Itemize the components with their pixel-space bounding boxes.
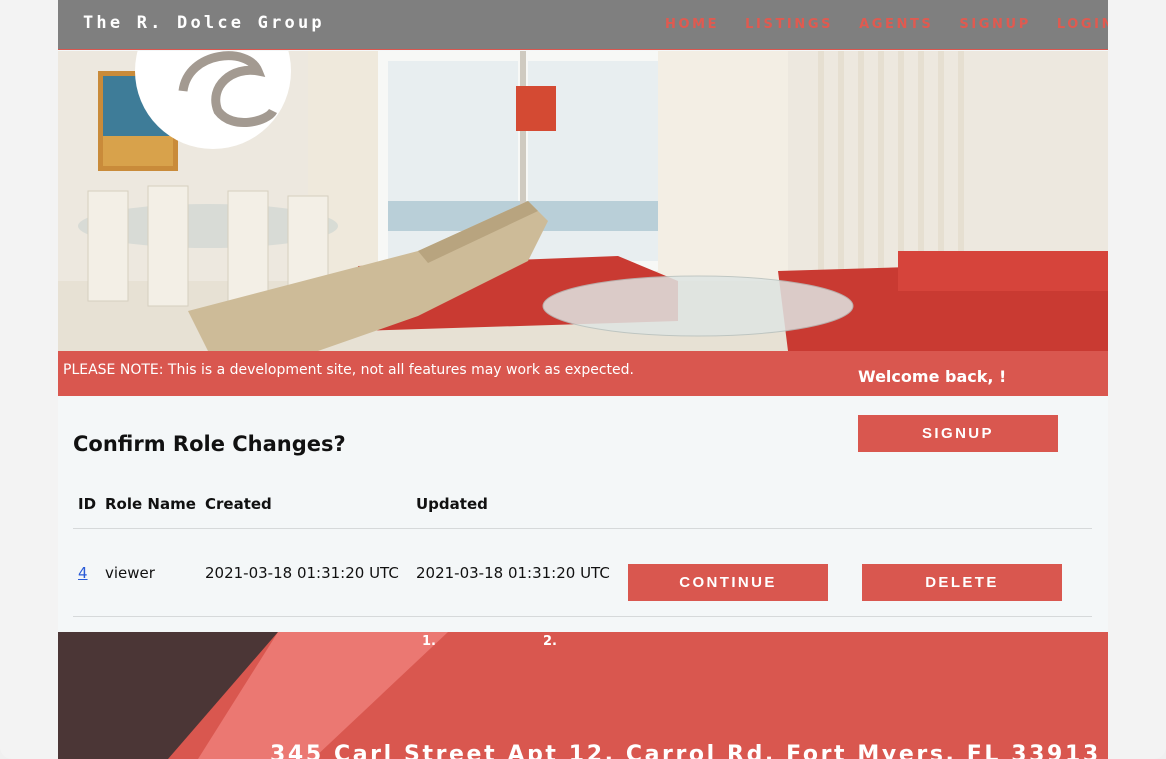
- list-marker-2: 2.: [543, 634, 557, 649]
- footer-background-shapes: [58, 632, 448, 759]
- top-navbar: The R. Dolce Group HOME LISTINGS AGENTS …: [58, 0, 1108, 50]
- page: The R. Dolce Group HOME LISTINGS AGENTS …: [58, 0, 1108, 759]
- brand-name[interactable]: The R. Dolce Group: [83, 13, 325, 33]
- nav-login-link[interactable]: LOGIN: [1057, 17, 1108, 32]
- footer: 345 Carl Street Apt 12, Carrol Rd, Fort …: [58, 632, 1108, 759]
- created-cell: 2021-03-18 01:31:20 UTC: [205, 564, 399, 582]
- nav-home-link[interactable]: HOME: [665, 17, 719, 32]
- browser-viewport: The R. Dolce Group HOME LISTINGS AGENTS …: [0, 0, 1166, 759]
- living-room-photo: [58, 51, 1108, 351]
- welcome-message: Welcome back, !: [858, 367, 1007, 386]
- column-header-role-name: Role Name: [105, 495, 196, 513]
- footer-address: 345 Carl Street Apt 12, Carrol Rd, Fort …: [270, 742, 1101, 759]
- list-marker-1: 1.: [422, 634, 436, 649]
- role-id-cell: 4: [78, 564, 88, 582]
- signup-button[interactable]: SIGNUP: [858, 415, 1058, 452]
- column-header-created: Created: [205, 495, 272, 513]
- delete-button[interactable]: DELETE: [862, 564, 1062, 601]
- page-title: Confirm Role Changes?: [73, 432, 346, 456]
- nav-links: HOME LISTINGS AGENTS SIGNUP LOGIN: [665, 17, 1108, 32]
- hero-image: [58, 51, 1108, 351]
- dev-notice-text: PLEASE NOTE: This is a development site,…: [63, 362, 634, 378]
- nav-signup-link[interactable]: SIGNUP: [959, 17, 1030, 32]
- role-id-link[interactable]: 4: [78, 564, 88, 582]
- table-header-divider: [73, 528, 1092, 529]
- role-name-cell: viewer: [105, 564, 155, 582]
- nav-agents-link[interactable]: AGENTS: [859, 17, 933, 32]
- continue-button[interactable]: CONTINUE: [628, 564, 828, 601]
- dev-notice-bar: PLEASE NOTE: This is a development site,…: [58, 351, 1108, 396]
- column-header-id: ID: [78, 495, 97, 513]
- column-header-updated: Updated: [416, 495, 488, 513]
- nav-listings-link[interactable]: LISTINGS: [745, 17, 833, 32]
- updated-cell: 2021-03-18 01:31:20 UTC: [416, 564, 610, 582]
- table-row-divider: [73, 616, 1092, 617]
